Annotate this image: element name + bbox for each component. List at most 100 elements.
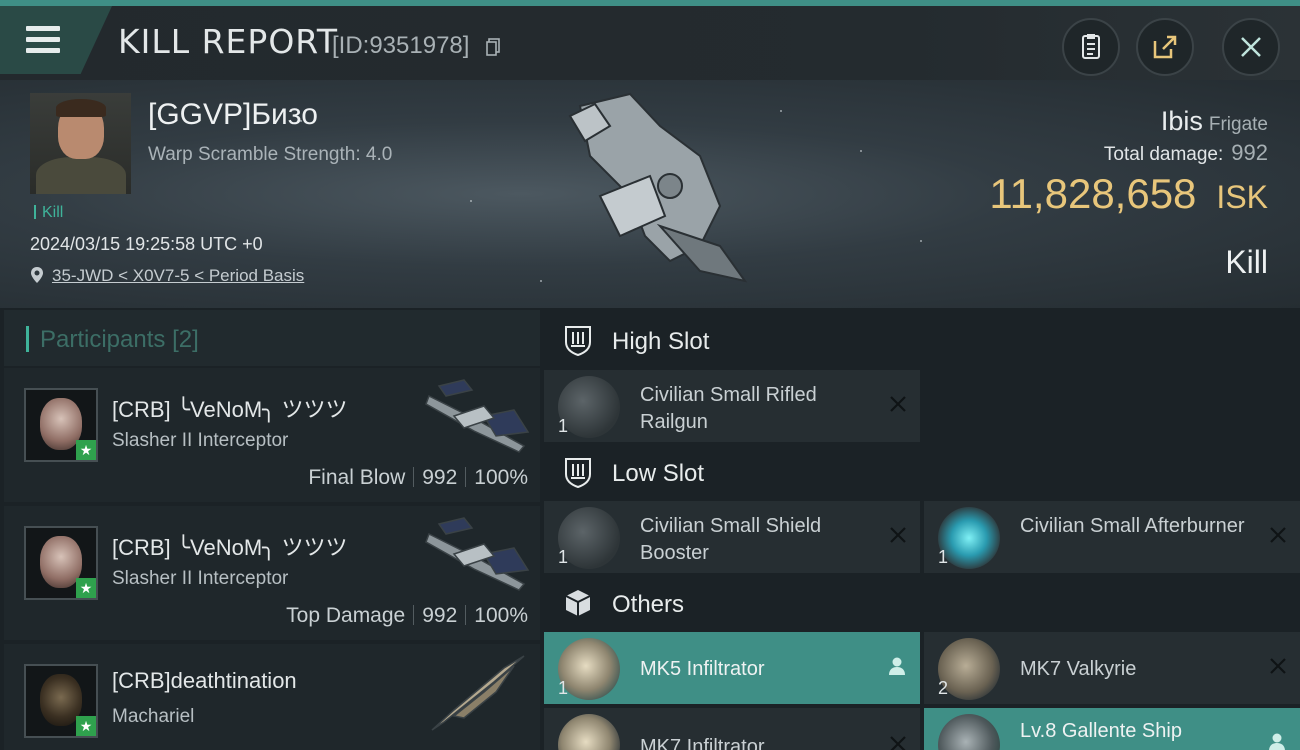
divider bbox=[413, 605, 415, 625]
hamburger-icon bbox=[26, 26, 60, 59]
item-name: MK7 Infiltrator bbox=[640, 736, 765, 750]
close-icon[interactable] bbox=[888, 734, 908, 750]
star bbox=[470, 200, 472, 202]
share-button[interactable] bbox=[1136, 18, 1194, 76]
location-text: 35-JWD < X0V7-5 < Period Basis bbox=[52, 266, 305, 285]
participant-name: [CRB] ╰VeNoM╮ ツツツ bbox=[112, 397, 348, 422]
star-badge-icon: ★ bbox=[76, 716, 96, 736]
kill-location[interactable]: 35-JWD < X0V7-5 < Period Basis bbox=[30, 266, 304, 286]
item-quantity: 1 bbox=[558, 678, 569, 698]
close-icon[interactable] bbox=[888, 394, 908, 414]
participant-card[interactable]: ★ [CRB] ╰VeNoM╮ ツツツ Slasher II Intercept… bbox=[4, 368, 540, 502]
victim-name[interactable]: [GGVP]Бизо bbox=[148, 98, 318, 132]
slasher-ship-icon bbox=[425, 517, 530, 591]
participants-header: Participants [2] bbox=[4, 310, 540, 366]
item-quantity: 2 bbox=[938, 678, 949, 698]
victim-portrait[interactable] bbox=[30, 93, 131, 194]
cube-icon bbox=[565, 590, 591, 616]
participants-count: [2] bbox=[172, 326, 199, 353]
participant-avatar[interactable]: ★ bbox=[24, 526, 98, 600]
star bbox=[780, 110, 782, 112]
participant-name: [CRB] ╰VeNoM╮ ツツツ bbox=[112, 535, 348, 560]
participant-role: Top Damage bbox=[286, 604, 406, 627]
participant-percent: 100% bbox=[474, 466, 528, 489]
close-button[interactable] bbox=[1222, 18, 1280, 76]
high-slot-header: High Slot bbox=[544, 312, 1300, 368]
divider bbox=[465, 467, 467, 487]
location-pin-icon bbox=[31, 267, 43, 283]
participants-title: Participants [2] bbox=[40, 326, 199, 353]
ship-blueprint-icon bbox=[938, 714, 1000, 750]
portrait-hair bbox=[56, 99, 106, 117]
kill-datetime: 2024/03/15 19:25:58 UTC +0 bbox=[30, 234, 263, 254]
module-item[interactable]: 1 Civilian Small Shield Booster bbox=[544, 501, 920, 573]
participant-avatar[interactable]: ★ bbox=[24, 388, 98, 462]
victim-ship[interactable]: Ibis Frigate bbox=[1161, 106, 1268, 137]
fitting-panel: High Slot 1 Civilian Small Rifled Railgu… bbox=[544, 310, 1300, 750]
clipboard-button[interactable] bbox=[1062, 18, 1120, 76]
close-icon[interactable] bbox=[1268, 525, 1288, 545]
participant-stats: Top Damage 992 100% bbox=[286, 604, 528, 628]
total-damage: Total damage: 992 bbox=[1104, 140, 1268, 166]
item-quantity: 1 bbox=[558, 547, 569, 567]
person-icon bbox=[1269, 733, 1285, 750]
divider bbox=[413, 467, 415, 487]
item-name: Civilian Small Shield Booster bbox=[640, 515, 822, 564]
close-icon[interactable] bbox=[1268, 656, 1288, 676]
isk-unit: ISK bbox=[1216, 179, 1268, 215]
item-name: Lv.8 Gallente Ship bbox=[1020, 720, 1182, 742]
item-name: MK7 Valkyrie bbox=[1020, 658, 1137, 680]
isk-amount: 11,828,658 bbox=[989, 170, 1197, 217]
participant-name: [CRB]deathtination bbox=[112, 668, 297, 693]
participant-stats: Final Blow 992 100% bbox=[308, 466, 528, 490]
page-title: KILL REPORT bbox=[118, 22, 338, 61]
high-slot-icon bbox=[565, 326, 591, 356]
module-item[interactable]: MK7 Infiltrator bbox=[544, 708, 920, 750]
header-accent bbox=[26, 326, 29, 352]
item-name: Civilian Small Afterburner bbox=[1020, 515, 1245, 537]
victim-banner: [GGVP]Бизо Warp Scramble Strength: 4.0 K… bbox=[0, 80, 1300, 308]
module-item[interactable]: 2 MK7 Valkyrie bbox=[924, 632, 1300, 704]
participant-card[interactable]: ★ [CRB] ╰VeNoM╮ ツツツ Slasher II Intercept… bbox=[4, 506, 540, 640]
participant-percent: 100% bbox=[474, 604, 528, 627]
report-id: [ID:9351978] bbox=[332, 32, 470, 59]
item-name: MK5 Infiltrator bbox=[640, 658, 765, 680]
participant-role: Final Blow bbox=[308, 466, 406, 489]
high-slot-label: High Slot bbox=[612, 328, 710, 355]
drone-icon bbox=[558, 714, 620, 750]
item-quantity: 1 bbox=[938, 547, 949, 567]
low-slot-header: Low Slot bbox=[544, 444, 1300, 500]
participant-ship: Slasher II Interceptor bbox=[112, 568, 289, 589]
star bbox=[540, 280, 542, 282]
total-damage-label: Total damage: bbox=[1103, 144, 1224, 165]
person-icon bbox=[889, 657, 905, 675]
low-slot-label: Low Slot bbox=[612, 460, 705, 487]
participant-card[interactable]: ★ [CRB]deathtination Machariel bbox=[4, 644, 540, 750]
star-badge-icon: ★ bbox=[76, 440, 96, 460]
participants-panel: Participants [2] ★ [CRB] ╰VeNoM╮ ツツツ Sla… bbox=[4, 310, 540, 750]
portrait-body bbox=[36, 157, 126, 194]
others-header: Others bbox=[544, 575, 1300, 631]
isk-value: 11,828,658 ISK bbox=[989, 170, 1268, 218]
ship-class: Frigate bbox=[1208, 114, 1268, 135]
header-bar: KILL REPORT [ID:9351978] bbox=[0, 6, 1300, 80]
ship-name: Ibis bbox=[1160, 106, 1203, 136]
module-item[interactable]: 1 MK5 Infiltrator bbox=[544, 632, 920, 704]
machariel-ship-icon bbox=[431, 655, 525, 731]
menu-button[interactable] bbox=[0, 6, 112, 74]
others-label: Others bbox=[612, 591, 685, 618]
kill-tag: Kill bbox=[34, 204, 63, 222]
copy-icon[interactable] bbox=[486, 38, 500, 56]
item-name: Civilian Small Rifled Railgun bbox=[640, 384, 817, 433]
star-badge-icon: ★ bbox=[76, 578, 96, 598]
divider bbox=[465, 605, 467, 625]
star bbox=[860, 150, 862, 152]
module-item[interactable]: Lv.8 Gallente Ship bbox=[924, 708, 1300, 750]
module-item[interactable]: 1 Civilian Small Afterburner bbox=[924, 501, 1300, 573]
slasher-ship-icon bbox=[425, 379, 530, 453]
share-icon bbox=[1153, 35, 1177, 59]
module-item[interactable]: 1 Civilian Small Rifled Railgun bbox=[544, 370, 920, 442]
total-damage-value: 992 bbox=[1231, 140, 1268, 165]
close-icon[interactable] bbox=[888, 525, 908, 545]
participant-avatar[interactable]: ★ bbox=[24, 664, 98, 738]
